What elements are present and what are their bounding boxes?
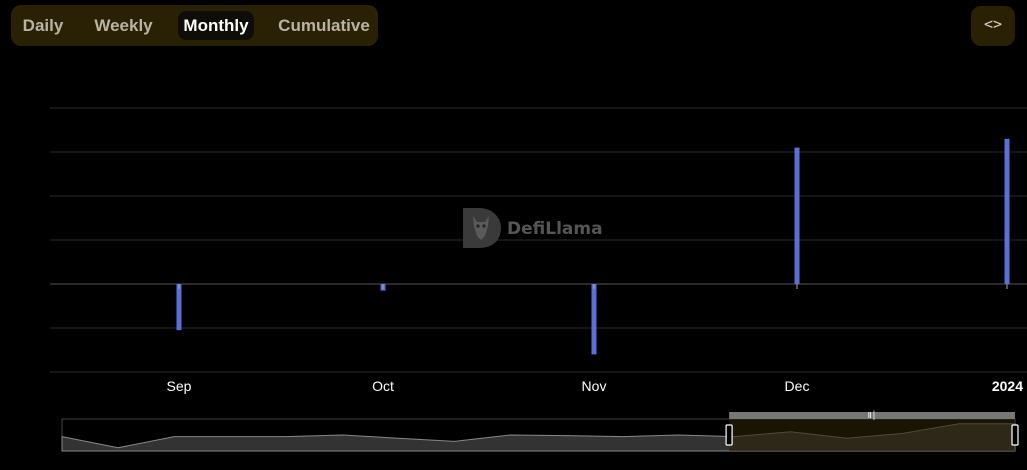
watermark: DefiLlama: [461, 206, 603, 252]
zoom-handle-left[interactable]: [725, 424, 733, 446]
bar[interactable]: [176, 284, 182, 331]
llama-logo-icon: [463, 208, 501, 248]
x-tick-label: 2024: [992, 378, 1023, 394]
zoom-handle-right[interactable]: [1011, 424, 1019, 446]
bar[interactable]: [1004, 138, 1010, 284]
x-tick-label: Nov: [582, 378, 607, 394]
zoom-selection[interactable]: [729, 419, 1015, 451]
x-tick-label: Oct: [372, 378, 394, 394]
watermark-text: DefiLlama: [507, 219, 603, 239]
bar[interactable]: [794, 147, 800, 284]
grip-icon: Ⅱ│: [868, 410, 877, 420]
x-tick-label: Sep: [167, 378, 192, 394]
x-tick-label: Dec: [785, 378, 810, 394]
bar[interactable]: [591, 284, 597, 355]
